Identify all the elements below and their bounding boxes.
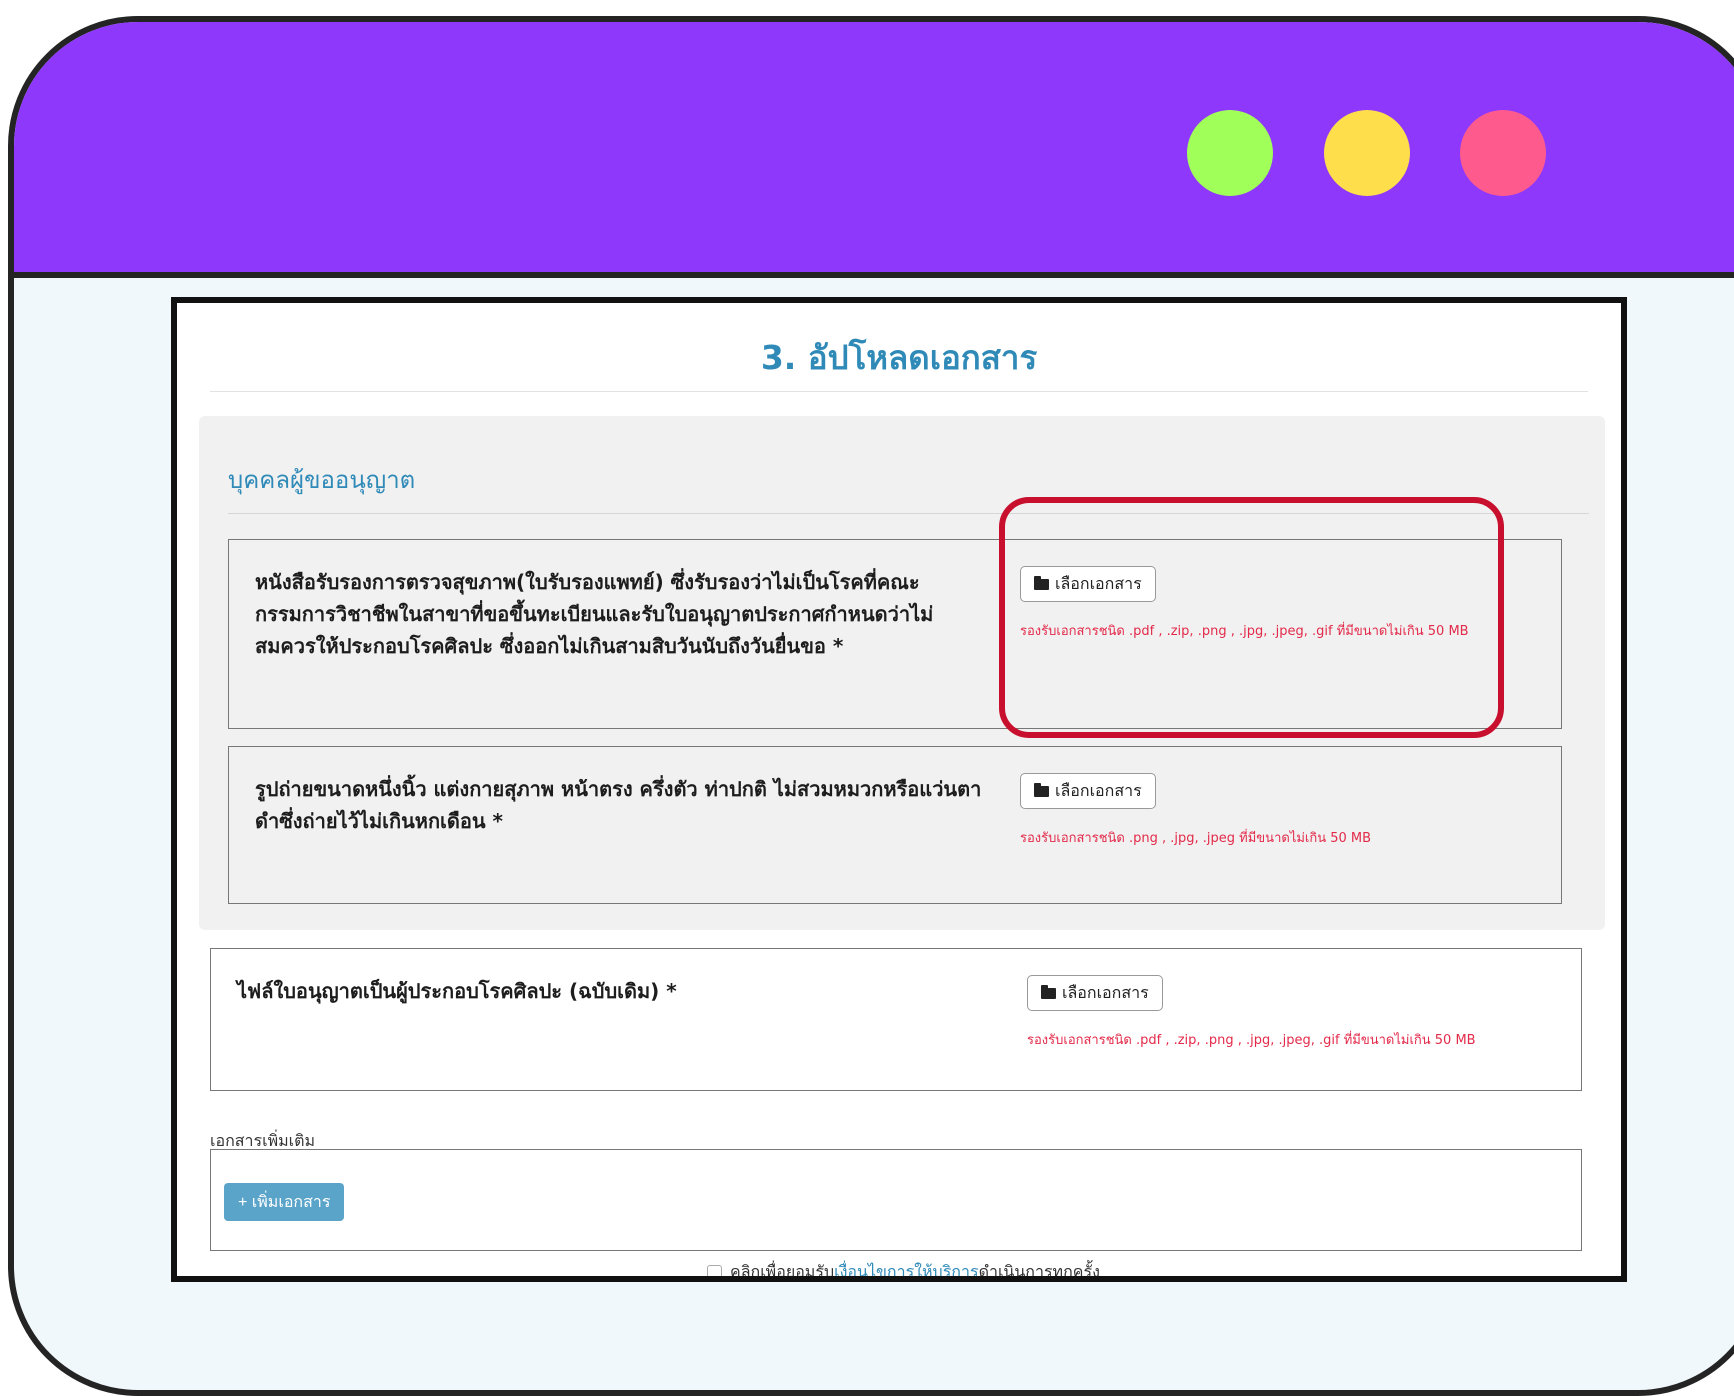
choose-file-button[interactable]: เลือกเอกสาร — [1020, 773, 1156, 809]
choose-file-label: เลือกเอกสาร — [1055, 782, 1142, 800]
green-dot[interactable] — [1187, 110, 1273, 196]
file-type-hint: รองรับเอกสารชนิด .png , .jpg, .jpeg ที่ม… — [1020, 831, 1372, 846]
consent-suffix: ดำเนินการทุกครั้ง — [978, 1262, 1100, 1281]
yellow-dot[interactable] — [1324, 110, 1410, 196]
add-document-button[interactable]: + เพิ่มเอกสาร — [224, 1183, 345, 1221]
pink-dot[interactable] — [1460, 110, 1546, 196]
additional-documents-box: + เพิ่มเอกสาร — [210, 1149, 1582, 1251]
upload-form-screenshot: 3. อัปโหลดเอกสาร บุคคลผู้ขออนุญาต หนังสื… — [171, 297, 1627, 1282]
terms-consent: คลิกเพื่อยอมรับเงื่อนไขการให้บริการดำเนิ… — [707, 1260, 1100, 1281]
terms-link[interactable]: เงื่อนไขการให้บริการ — [834, 1262, 978, 1276]
document-row-photo: รูปถ่ายขนาดหนึ่งนิ้ว แต่งกายสุภาพ หน้าตร… — [228, 746, 1562, 904]
file-type-hint: รองรับเอกสารชนิด .pdf , .zip, .png , .jp… — [1027, 1033, 1476, 1048]
choose-file-label: เลือกเอกสาร — [1062, 984, 1149, 1002]
consent-text: คลิกเพื่อยอมรับเงื่อนไขการให้บริการดำเนิ… — [730, 1260, 1100, 1281]
document-row-original-license: ไฟล์ใบอนุญาตเป็นผู้ประกอบโรคศิลปะ (ฉบับเ… — [210, 948, 1582, 1091]
consent-prefix: คลิกเพื่อยอมรับ — [730, 1262, 835, 1281]
terms-checkbox[interactable] — [707, 1265, 722, 1276]
folder-icon — [1041, 984, 1056, 999]
highlight-annotation — [999, 497, 1504, 738]
document-label: ไฟล์ใบอนุญาตเป็นผู้ประกอบโรคศิลปะ (ฉบับเ… — [237, 979, 677, 1003]
choose-file-button[interactable]: เลือกเอกสาร — [1027, 975, 1163, 1011]
window-titlebar — [14, 22, 1734, 278]
title-divider — [210, 391, 1588, 392]
document-label: รูปถ่ายขนาดหนึ่งนิ้ว แต่งกายสุภาพ หน้าตร… — [255, 777, 982, 833]
document-label: หนังสือรับรองการตรวจสุขภาพ(ใบรับรองแพทย์… — [255, 570, 934, 658]
page-title: 3. อัปโหลดเอกสาร — [760, 338, 1038, 377]
folder-icon — [1034, 782, 1049, 797]
section-title: บุคคลผู้ขออนุญาต — [228, 466, 416, 494]
